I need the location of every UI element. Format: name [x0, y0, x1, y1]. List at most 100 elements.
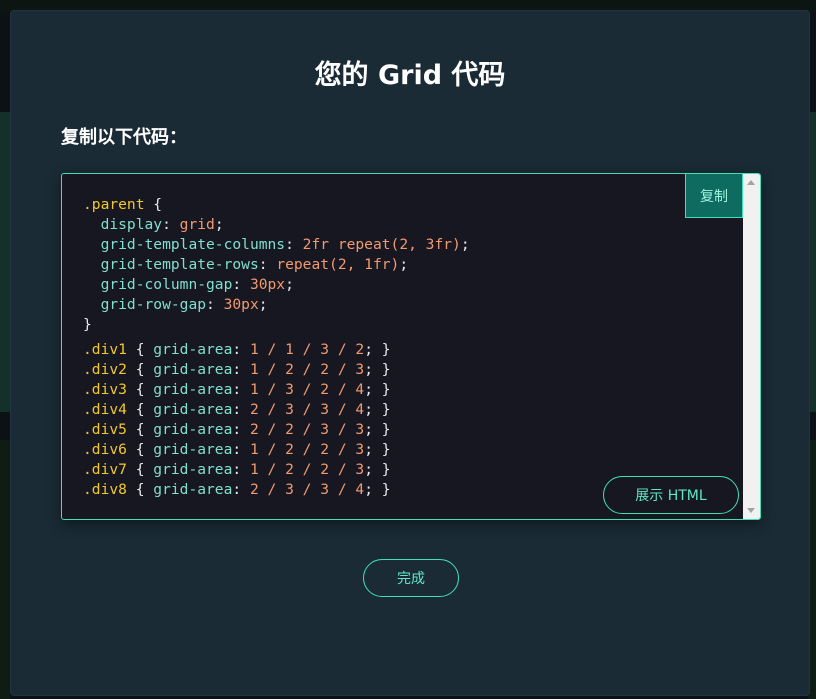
code-punctuation: ; } [364, 381, 391, 398]
code-property: grid-template-rows [100, 256, 259, 273]
code-punctuation: { [126, 361, 154, 378]
code-punctuation: : [232, 481, 250, 498]
code-value: 2 / 2 / 3 / 3 [249, 421, 365, 438]
code-punctuation: : [232, 461, 250, 478]
show-html-button[interactable]: 展示 HTML [603, 476, 739, 514]
code-value: 1 / 1 / 3 / 2 [249, 341, 365, 358]
code-selector: .div7 [83, 461, 127, 478]
code-punctuation: } [83, 316, 92, 333]
code-punctuation: { [126, 481, 154, 498]
code-punctuation: : [232, 361, 250, 378]
code-selector: .parent [83, 196, 145, 213]
code-punctuation: ; } [364, 421, 391, 438]
code-line: .div8 { grid-area: 2 / 3 / 3 / 4; } [83, 480, 470, 500]
code-line: grid-row-gap: 30px; [83, 295, 470, 315]
code-value: repeat(2, 1fr) [276, 256, 400, 273]
code-value: 2 / 3 / 3 / 4 [249, 401, 365, 418]
code-punctuation: : [232, 341, 250, 358]
copy-instruction: 复制以下代码： [61, 127, 187, 148]
code-punctuation: ; } [364, 481, 391, 498]
code-punctuation: ; } [364, 361, 391, 378]
code-property: grid-area [153, 361, 233, 378]
copy-button[interactable]: 复制 [685, 174, 743, 218]
code-punctuation: ; } [364, 441, 391, 458]
code-line: .div1 { grid-area: 1 / 1 / 3 / 2; } [83, 340, 470, 360]
code-selector: .div6 [83, 441, 127, 458]
grid-code-modal: 您的 Grid 代码 复制以下代码： .parent { display: gr… [10, 10, 810, 696]
code-punctuation: { [126, 381, 154, 398]
code-selector: .div2 [83, 361, 127, 378]
code-punctuation: ; } [364, 401, 391, 418]
code-value: 1 / 3 / 2 / 4 [249, 381, 365, 398]
code-selector: .div8 [83, 481, 127, 498]
code-property: grid-area [153, 441, 233, 458]
code-property: grid-area [153, 401, 233, 418]
code-property: grid-column-gap [100, 276, 233, 293]
background-app-panel [0, 112, 10, 412]
code-value: 1 / 2 / 2 / 3 [249, 361, 365, 378]
code-punctuation: { [144, 196, 163, 213]
code-line: .parent { [83, 195, 470, 215]
code-punctuation: : [232, 401, 250, 418]
code-block[interactable]: .parent { display: grid; grid-template-c… [61, 173, 761, 520]
code-punctuation: : [232, 381, 250, 398]
background-app-panel [0, 440, 10, 699]
code-line: grid-template-rows: repeat(2, 1fr); [83, 255, 470, 275]
code-punctuation: { [126, 401, 154, 418]
code-property: grid-area [153, 421, 233, 438]
code-punctuation: : [285, 236, 303, 253]
done-button[interactable]: 完成 [363, 559, 459, 597]
code-scrollbar[interactable] [743, 174, 760, 519]
code-punctuation: : [232, 441, 250, 458]
code-punctuation: { [126, 461, 154, 478]
code-property: grid-row-gap [100, 296, 207, 313]
code-punctuation: ; [285, 276, 294, 293]
code-property: grid-area [153, 461, 233, 478]
code-line: .div6 { grid-area: 1 / 2 / 2 / 3; } [83, 440, 470, 460]
code-punctuation: ; } [364, 461, 391, 478]
scroll-down-arrow-icon[interactable] [747, 508, 755, 513]
code-value: 30px [223, 296, 259, 313]
code-value: 2fr repeat(2, 3fr) [302, 236, 461, 253]
code-punctuation: : [232, 276, 250, 293]
code-punctuation: : [258, 256, 277, 273]
code-selector: .div3 [83, 381, 127, 398]
code-punctuation: ; [258, 296, 268, 313]
code-line: .div5 { grid-area: 2 / 2 / 3 / 3; } [83, 420, 470, 440]
code-punctuation: : [232, 421, 250, 438]
code-line: .div4 { grid-area: 2 / 3 / 3 / 4; } [83, 400, 470, 420]
code-punctuation: { [126, 341, 154, 358]
code-punctuation: ; [214, 216, 224, 233]
code-value: 1 / 2 / 2 / 3 [249, 441, 365, 458]
code-line: .div3 { grid-area: 1 / 3 / 2 / 4; } [83, 380, 470, 400]
code-punctuation: : [162, 216, 180, 233]
code-punctuation: ; [399, 256, 409, 273]
code-selector: .div1 [83, 341, 127, 358]
code-line: display: grid; [83, 215, 470, 235]
code-selector: .div5 [83, 421, 127, 438]
scroll-up-arrow-icon[interactable] [747, 180, 755, 185]
code-punctuation: ; } [364, 341, 391, 358]
code-property: grid-area [153, 381, 233, 398]
code-property: grid-area [153, 341, 233, 358]
code-text[interactable]: .parent { display: grid; grid-template-c… [83, 195, 470, 500]
code-property: grid-area [153, 481, 233, 498]
code-punctuation: ; [460, 236, 470, 253]
code-punctuation: { [126, 421, 154, 438]
code-value: 2 / 3 / 3 / 4 [249, 481, 365, 498]
code-line: .div2 { grid-area: 1 / 2 / 2 / 3; } [83, 360, 470, 380]
code-line: } [83, 315, 470, 335]
code-property: display [100, 216, 163, 233]
code-line: .div7 { grid-area: 1 / 2 / 2 / 3; } [83, 460, 470, 480]
code-value: grid [179, 216, 215, 233]
code-selector: .div4 [83, 401, 127, 418]
code-value: 1 / 2 / 2 / 3 [249, 461, 365, 478]
code-punctuation: { [126, 441, 154, 458]
code-line: grid-template-columns: 2fr repeat(2, 3fr… [83, 235, 470, 255]
code-value: 30px [249, 276, 286, 293]
